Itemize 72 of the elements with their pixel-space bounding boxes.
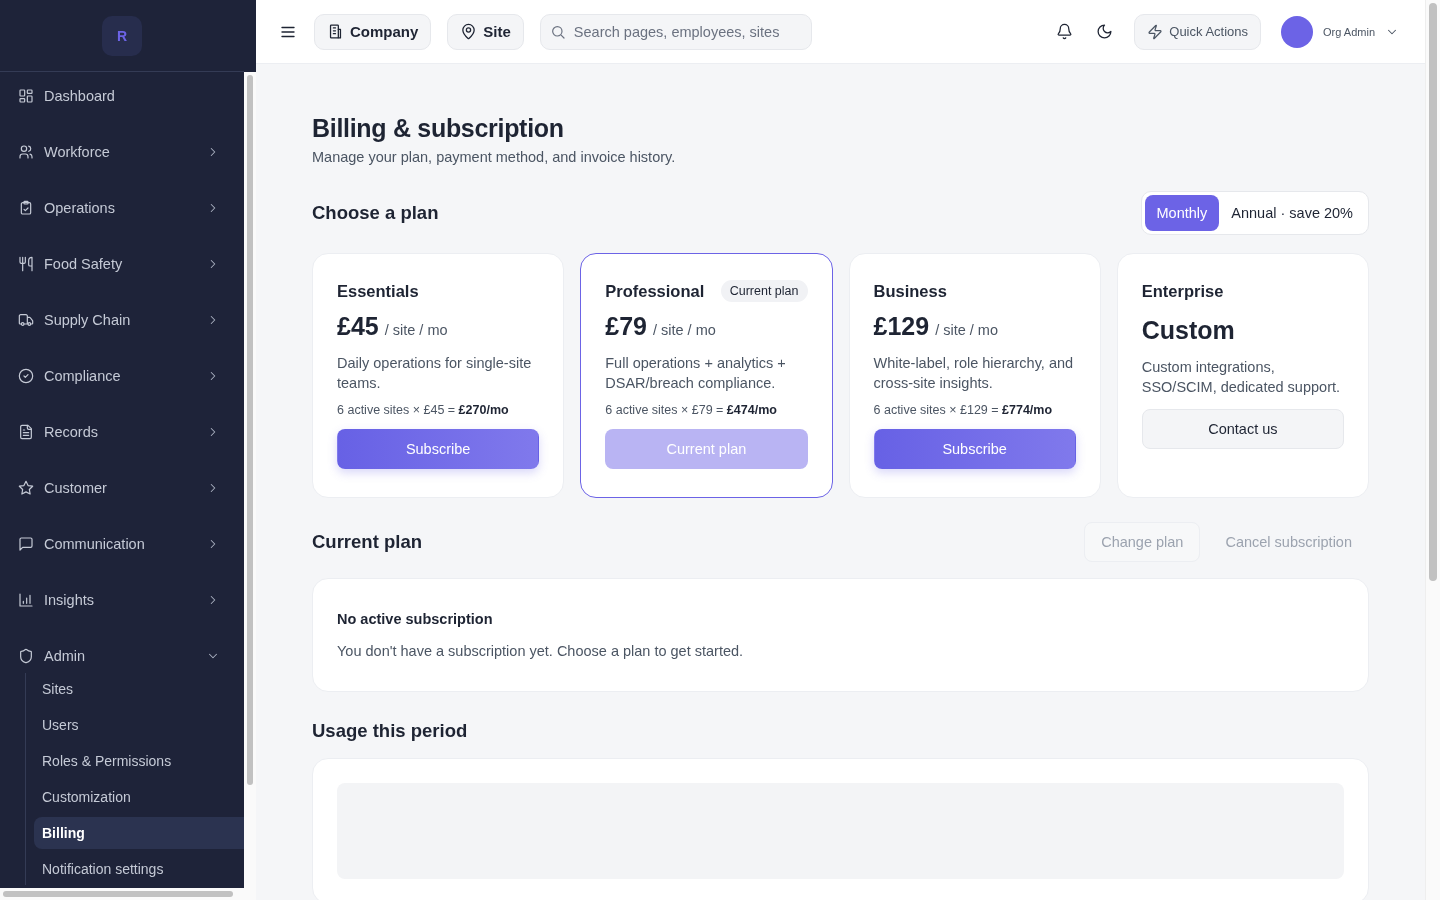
plan-total: 6 active sites × £45 = £270/mo	[337, 403, 510, 417]
sidebar-item[interactable]: Supply Chain	[0, 296, 244, 344]
check-circle-icon	[18, 368, 34, 384]
users-icon	[18, 144, 34, 160]
plan-price: £45	[337, 312, 379, 341]
sidebar-subitem[interactable]: Users	[34, 709, 244, 741]
chat-icon	[18, 536, 34, 552]
plan-name: Professional	[605, 281, 705, 301]
avatar[interactable]	[1281, 15, 1314, 48]
current-plan-badge: Current plan	[720, 280, 808, 302]
sidebar-item[interactable]: Food Safety	[0, 240, 244, 288]
plan-name: Enterprise	[1141, 281, 1224, 301]
moon-icon[interactable]	[1094, 21, 1115, 42]
sidebar-subitem[interactable]: Notification settings	[34, 853, 244, 885]
bar-chart-icon	[18, 592, 34, 608]
section-title: Current plan	[312, 531, 422, 553]
plan-name: Essentials	[337, 281, 419, 301]
plan-description: Full operations + analytics + DSAR/breach compliance.	[605, 354, 787, 393]
period-tab[interactable]: Monthly	[1144, 195, 1220, 231]
grid-icon	[18, 88, 34, 104]
section-title: Usage this period	[312, 720, 468, 742]
card-heading: No active subscription	[337, 611, 493, 627]
search-field[interactable]: Search pages, employees, sites	[539, 13, 812, 50]
subscribe-button[interactable]: Subscribe	[337, 429, 540, 469]
user-name[interactable]: Org Admin	[1323, 25, 1375, 38]
section-title: Choose a plan	[312, 202, 439, 224]
plan-total: 6 active sites × £129 = £774/mo	[873, 403, 1054, 417]
contact-button[interactable]: Contact us	[1141, 409, 1344, 449]
price-unit: / site / mo	[384, 322, 448, 338]
sidebar-item[interactable]: Workforce	[0, 128, 244, 176]
plan-name: Business	[873, 281, 947, 301]
plan-description: Custom integrations, SSO/SCIM, dedicated support.	[1141, 358, 1341, 397]
price-unit: / site / mo	[652, 322, 716, 338]
sidebar-item[interactable]: Compliance	[0, 352, 244, 400]
plan-price: £79	[605, 312, 647, 341]
utensils-icon	[18, 256, 34, 272]
quick-actions-button[interactable]: Quick Actions	[1134, 13, 1262, 50]
star-icon	[18, 480, 34, 496]
building-icon	[327, 23, 344, 40]
sidebar-item[interactable]: Operations	[0, 184, 244, 232]
sidebar-subitem[interactable]: Billing	[34, 817, 244, 849]
sidebar-item[interactable]: Customer	[0, 464, 244, 512]
page-subtitle: Manage your plan, payment method, and invoice history.	[312, 149, 676, 165]
sidebar-item[interactable]: Records	[0, 408, 244, 456]
lightning-icon	[1147, 23, 1164, 40]
truck-icon	[18, 312, 34, 328]
card-text: You don't have a subscription yet. Choose a plan to get started.	[337, 643, 744, 659]
search-icon	[549, 23, 566, 40]
page-title: Billing & subscription	[312, 114, 564, 143]
sidebar-item[interactable]: Communication	[0, 520, 244, 568]
logo: R	[102, 15, 142, 56]
scrollbar[interactable]	[0, 888, 244, 900]
plan-description: Daily operations for single-site teams.	[337, 354, 533, 393]
subscribe-button[interactable]: Subscribe	[873, 429, 1076, 469]
plan-price: £129	[873, 312, 930, 341]
scrollbar[interactable]	[1429, 3, 1437, 581]
price-unit: / site / mo	[935, 322, 998, 338]
shield-icon	[18, 648, 34, 664]
company-button[interactable]: Company	[314, 13, 432, 50]
plan-description: White-label, role hierarchy, and cross-site insights.	[873, 354, 1075, 393]
scrollbar[interactable]	[244, 72, 256, 900]
period-tab[interactable]: Annual · save 20%	[1219, 195, 1365, 231]
sidebar-subitem[interactable]: Customization	[34, 781, 244, 813]
sidebar-subitem[interactable]: Roles & Permissions	[34, 745, 244, 777]
map-pin-icon	[460, 23, 478, 40]
sidebar-item[interactable]: Insights	[0, 576, 244, 624]
plan-price: Custom	[1141, 316, 1235, 345]
site-button[interactable]: Site	[447, 13, 524, 50]
document-icon	[18, 424, 34, 440]
sidebar-item[interactable]: Dashboard	[0, 72, 244, 120]
clipboard-check-icon	[18, 200, 34, 216]
plan-total: 6 active sites × £79 = £474/mo	[605, 403, 778, 417]
